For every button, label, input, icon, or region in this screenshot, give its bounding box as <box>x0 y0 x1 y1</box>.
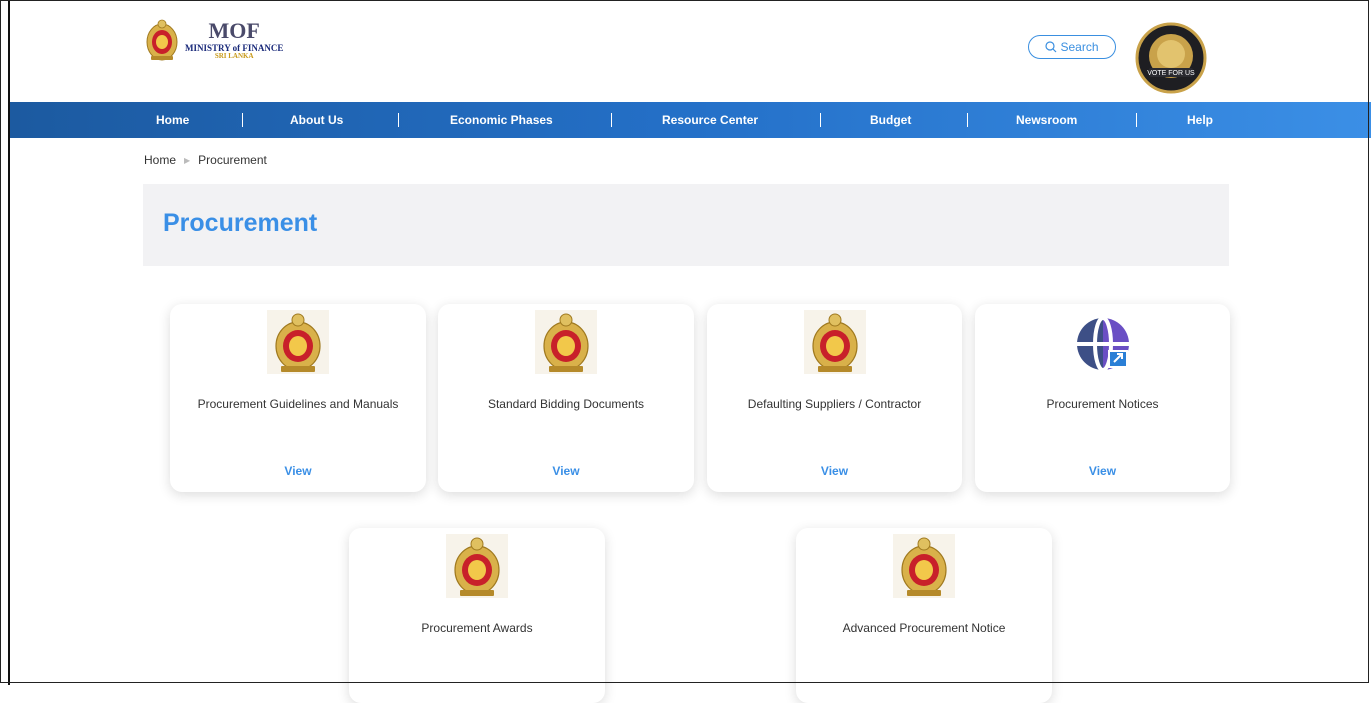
national-emblem-icon <box>267 310 329 374</box>
card-title: Procurement Guidelines and Manuals <box>197 397 399 411</box>
search-icon <box>1045 41 1057 53</box>
card-view-link[interactable]: View <box>170 464 426 478</box>
card-view-link[interactable]: View <box>975 464 1230 478</box>
nav-divider <box>967 113 968 127</box>
national-emblem-icon <box>535 310 597 374</box>
logo-acronym: MOF <box>208 18 260 43</box>
site-header: MOF MINISTRY of FINANCE SRI LANKA Search… <box>10 0 1371 102</box>
national-emblem-icon <box>446 534 508 598</box>
national-emblem-icon <box>893 534 955 598</box>
nav-item-help[interactable]: Help <box>1187 102 1213 138</box>
page-title: Procurement <box>163 209 318 237</box>
breadcrumb-separator-icon: ▶ <box>184 155 191 165</box>
nav-divider <box>1136 113 1137 127</box>
national-emblem-icon <box>146 19 178 61</box>
nav-divider <box>398 113 399 127</box>
vote-for-us-badge[interactable]: VOTE FOR US <box>1133 22 1209 94</box>
nav-item-home[interactable]: Home <box>156 102 189 138</box>
main-nav: Home About Us Economic Phases Resource C… <box>10 102 1371 138</box>
badge-text: VOTE FOR US <box>1147 70 1195 77</box>
card-title: Advanced Procurement Notice <box>842 621 1006 635</box>
card-view-link[interactable]: View <box>707 464 962 478</box>
search-button[interactable]: Search <box>1028 35 1116 59</box>
nav-divider <box>242 113 243 127</box>
nav-divider <box>820 113 821 127</box>
card-title: Procurement Notices <box>1046 397 1159 411</box>
nav-item-about-us[interactable]: About Us <box>290 102 343 138</box>
globe-link-icon <box>1076 316 1129 372</box>
nav-item-newsroom[interactable]: Newsroom <box>1016 102 1077 138</box>
card-procurement-awards[interactable]: Procurement Awards <box>349 528 605 703</box>
national-emblem-icon <box>803 310 866 374</box>
nav-divider <box>611 113 612 127</box>
card-view-link[interactable]: View <box>438 464 694 478</box>
breadcrumb-current: Procurement <box>198 153 267 167</box>
mof-logo[interactable]: MOF MINISTRY of FINANCE SRI LANKA <box>145 18 283 62</box>
card-standard-bidding-documents[interactable]: Standard Bidding Documents View <box>438 304 694 492</box>
nav-item-budget[interactable]: Budget <box>870 102 911 138</box>
card-title: Procurement Awards <box>421 621 533 635</box>
card-defaulting-suppliers[interactable]: Defaulting Suppliers / Contractor View <box>707 304 962 492</box>
nav-item-economic-phases[interactable]: Economic Phases <box>450 102 553 138</box>
card-procurement-notices[interactable]: Procurement Notices View <box>975 304 1230 492</box>
nav-item-resource-center[interactable]: Resource Center <box>662 102 758 138</box>
card-advanced-procurement-notice[interactable]: Advanced Procurement Notice <box>796 528 1052 703</box>
card-title: Defaulting Suppliers / Contractor <box>747 397 922 411</box>
page-title-band: Procurement <box>143 184 1229 266</box>
card-procurement-guidelines[interactable]: Procurement Guidelines and Manuals View <box>170 304 426 492</box>
logo-country: SRI LANKA <box>214 52 254 60</box>
breadcrumb: Home ▶ Procurement <box>144 153 267 167</box>
breadcrumb-home[interactable]: Home <box>144 153 176 167</box>
search-label: Search <box>1060 40 1099 54</box>
card-title: Standard Bidding Documents <box>487 397 645 411</box>
